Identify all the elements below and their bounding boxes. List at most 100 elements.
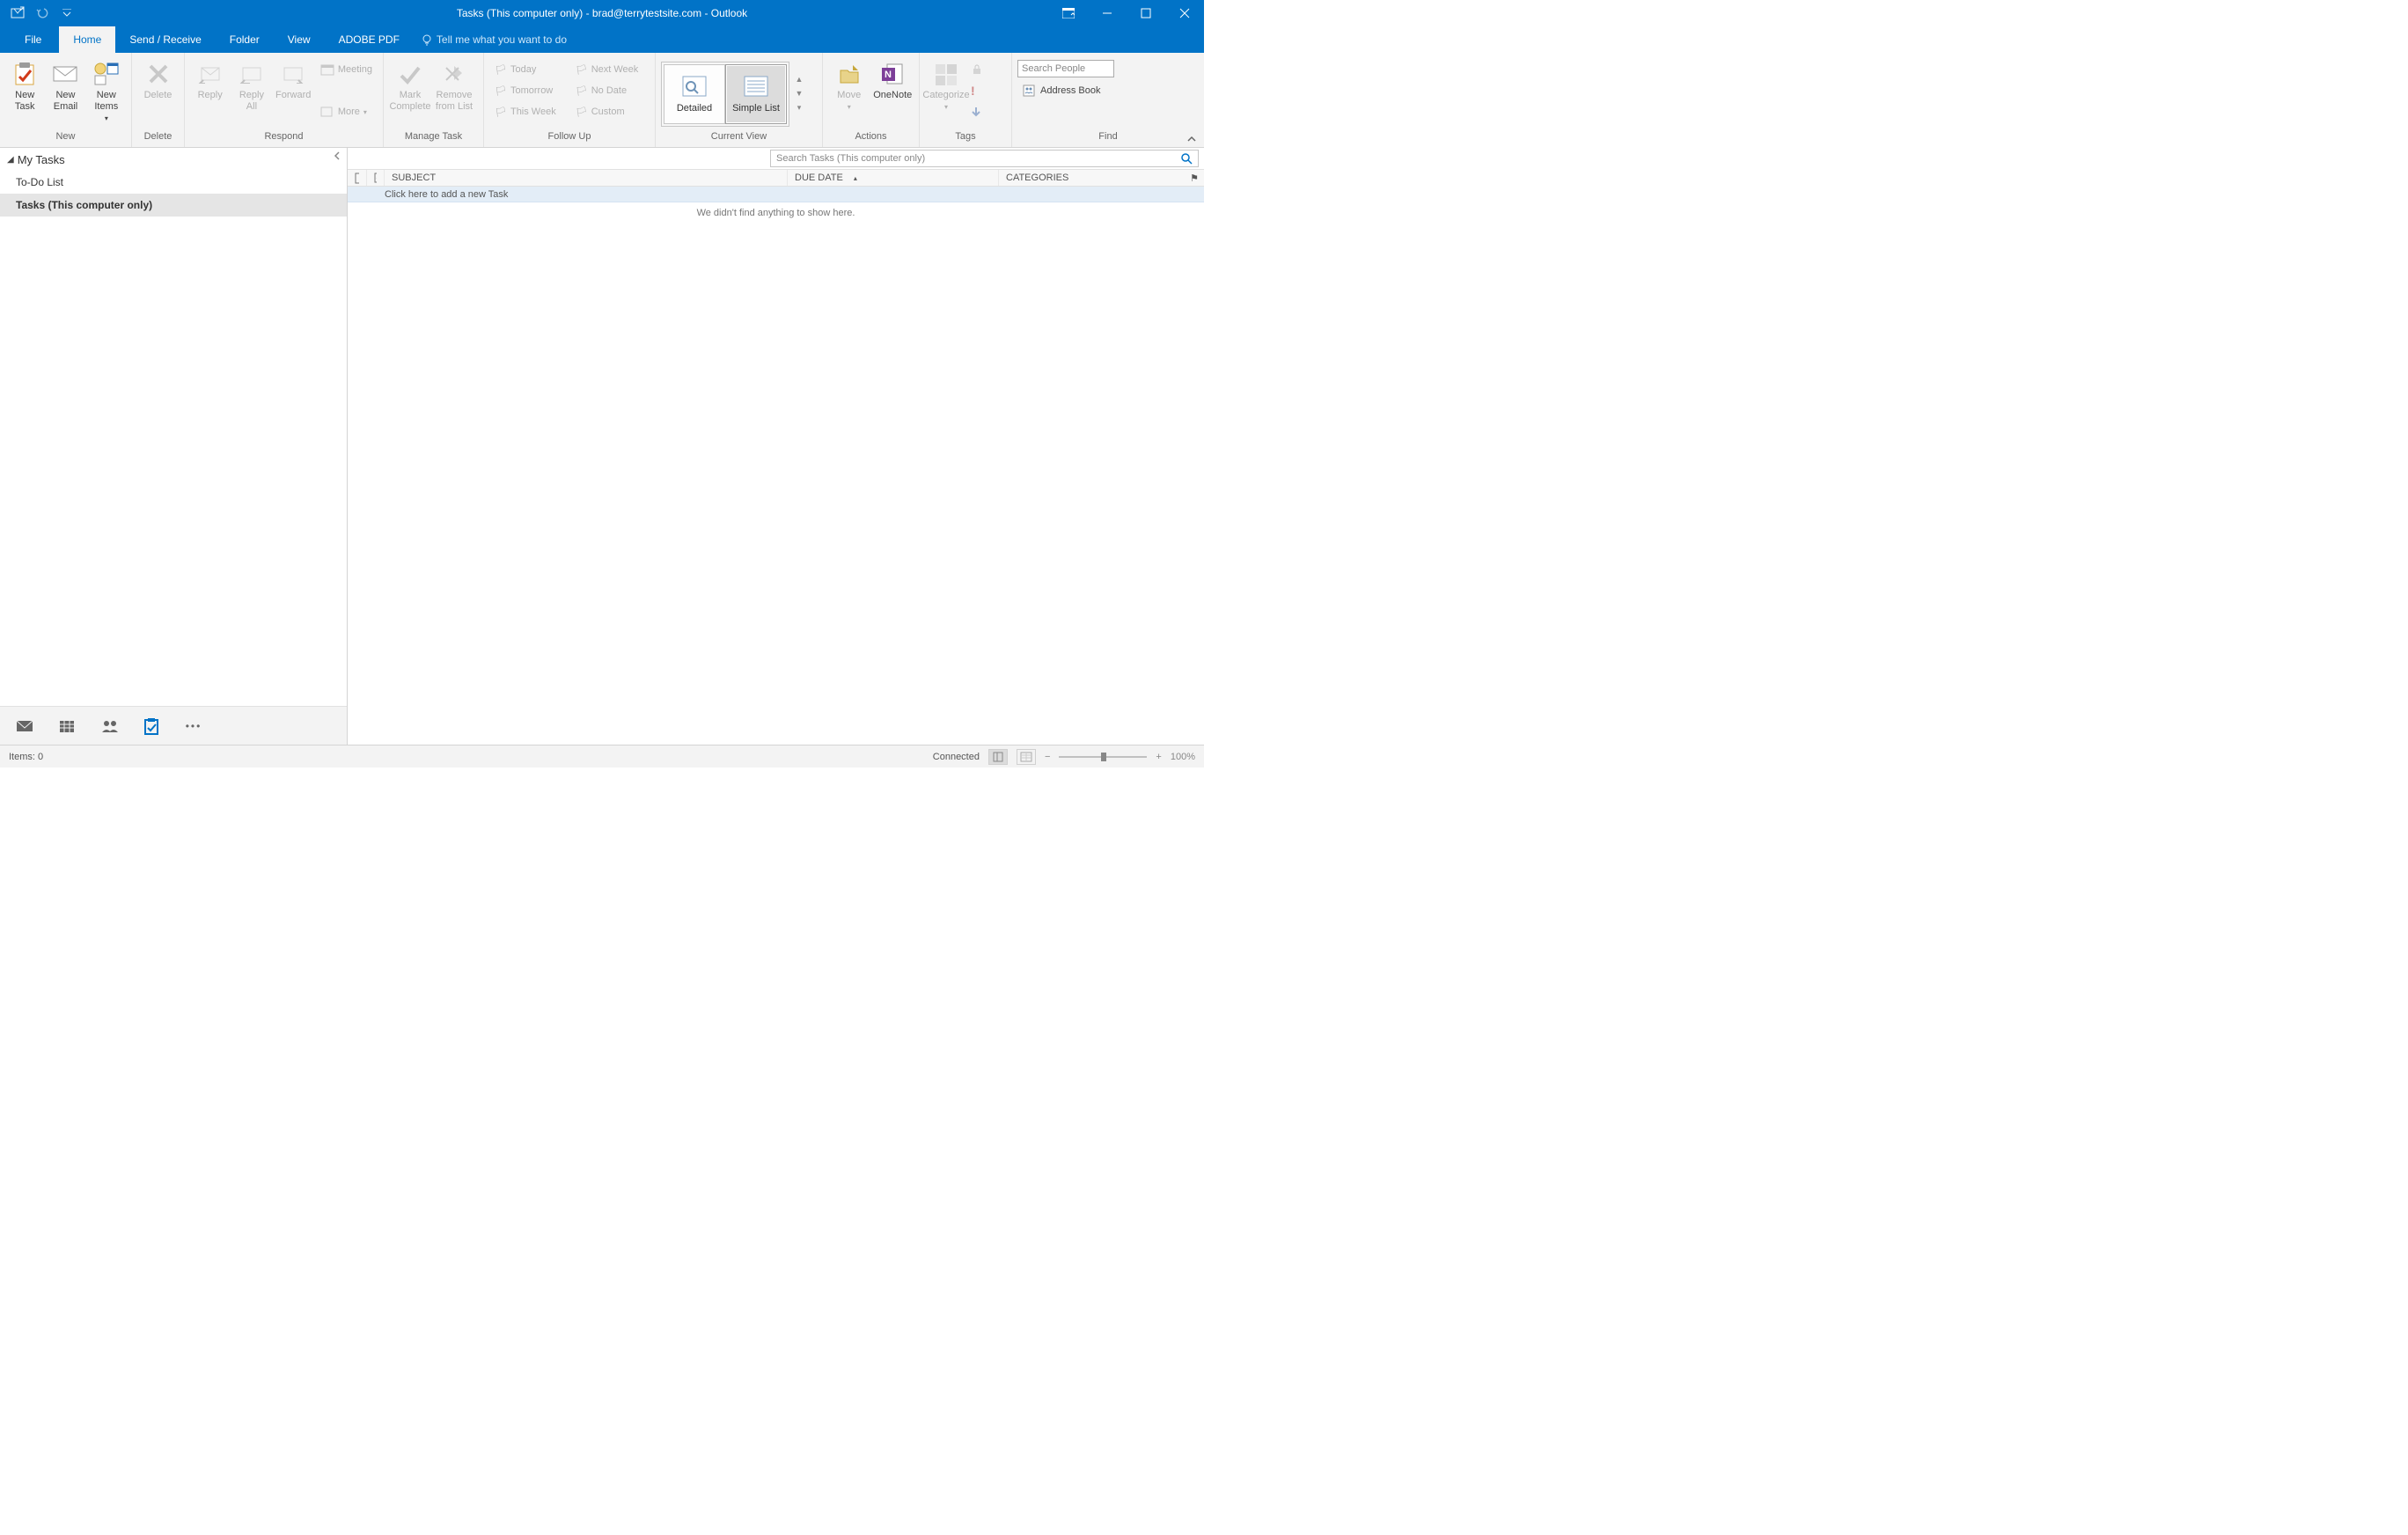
qat-customize-icon[interactable]: [60, 6, 74, 20]
new-task-button[interactable]: New Task: [5, 56, 44, 113]
tab-home[interactable]: Home: [59, 26, 115, 53]
title-bar: Tasks (This computer only) - brad@terryt…: [0, 0, 1204, 26]
col-icon[interactable]: [348, 170, 367, 186]
nav-people-icon[interactable]: [100, 717, 118, 735]
tell-me-placeholder: Tell me what you want to do: [437, 33, 567, 46]
tab-folder[interactable]: Folder: [216, 26, 274, 53]
tab-adobe-pdf[interactable]: ADOBE PDF: [325, 26, 414, 53]
minimize-button[interactable]: [1088, 0, 1127, 26]
nav-item-tasks[interactable]: Tasks (This computer only): [0, 194, 347, 217]
empty-list-message: We didn't find anything to show here.: [348, 202, 1204, 218]
view-detailed[interactable]: Detailed: [664, 64, 725, 124]
status-items: Items: 0: [9, 752, 43, 762]
zoom-out-button[interactable]: −: [1045, 752, 1050, 762]
view-gallery-more[interactable]: ▾: [797, 103, 802, 113]
close-button[interactable]: [1165, 0, 1204, 26]
flag-this-week: 🏳This Week: [489, 102, 562, 121]
meeting-icon: [320, 63, 334, 76]
page-icon: [355, 173, 359, 184]
low-importance-button: [971, 102, 983, 121]
view-gallery-up[interactable]: ▲: [796, 75, 804, 84]
zoom-slider[interactable]: [1059, 756, 1147, 758]
move-button: Move▾: [828, 56, 870, 112]
more-respond-button: More ▾: [315, 102, 378, 121]
tab-file[interactable]: File: [7, 26, 59, 53]
tab-send-receive[interactable]: Send / Receive: [115, 26, 215, 53]
forward-button: Forward: [274, 56, 313, 101]
onenote-button[interactable]: N OneNote: [872, 56, 914, 101]
address-book-icon: [1023, 84, 1037, 97]
email-icon: [51, 60, 79, 88]
zoom-level[interactable]: 100%: [1171, 752, 1195, 762]
mark-complete-button: Mark Complete: [389, 56, 431, 113]
tab-view[interactable]: View: [274, 26, 325, 53]
nav-heading-my-tasks[interactable]: ◢ My Tasks: [0, 148, 347, 171]
status-bar: Items: 0 Connected − + 100%: [0, 745, 1204, 768]
ribbon: New Task New Email New Items▾ New Delete…: [0, 53, 1204, 148]
navigation-pane: ◢ My Tasks To-Do List Tasks (This comput…: [0, 148, 348, 745]
status-connected: Connected: [933, 752, 980, 762]
col-categories[interactable]: CATEGORIES⚑: [999, 170, 1204, 186]
lock-icon: [971, 63, 983, 76]
reply-all-button: Reply All: [231, 56, 271, 113]
simple-list-icon: [743, 75, 769, 98]
down-arrow-icon: [971, 106, 981, 118]
nav-mail-icon[interactable]: [16, 717, 33, 735]
maximize-button[interactable]: [1127, 0, 1165, 26]
outlook-launch-icon[interactable]: [11, 6, 25, 20]
search-people-input[interactable]: Search People: [1017, 60, 1114, 77]
undo-icon[interactable]: [35, 6, 49, 20]
ribbon-display-icon[interactable]: [1049, 0, 1088, 26]
collapse-ribbon-icon[interactable]: [1186, 135, 1197, 143]
new-task-inline-input[interactable]: Click here to add a new Task: [348, 187, 1204, 202]
flag-icon: 🏳: [576, 64, 588, 76]
more-icon: [320, 106, 334, 118]
checkbox-icon: [374, 173, 377, 183]
sort-asc-icon: ▴: [854, 174, 857, 182]
zoom-in-button[interactable]: +: [1156, 752, 1161, 762]
delete-button: Delete: [137, 56, 179, 101]
detailed-view-icon: [681, 75, 708, 98]
onenote-icon: N: [878, 60, 907, 88]
remove-from-list-button: Remove from List: [433, 56, 475, 113]
private-button: [971, 60, 983, 79]
nav-tasks-icon[interactable]: [143, 717, 160, 735]
chevron-down-icon: ◢: [7, 155, 14, 165]
nav-calendar-icon[interactable]: [58, 717, 76, 735]
group-label-find: Find: [1012, 131, 1204, 147]
search-icon[interactable]: [1180, 152, 1193, 165]
collapse-nav-icon[interactable]: [333, 151, 341, 160]
flag-col-icon: ⚑: [1190, 173, 1199, 184]
view-simple-list[interactable]: Simple List: [725, 64, 787, 124]
flag-no-date: 🏳No Date: [570, 81, 644, 100]
view-gallery-down[interactable]: ▼: [796, 89, 804, 98]
search-tasks-input[interactable]: Search Tasks (This computer only): [770, 150, 1199, 167]
address-book-button[interactable]: Address Book: [1017, 81, 1114, 100]
view-normal-icon[interactable]: [988, 749, 1008, 765]
task-icon: [11, 60, 39, 88]
flag-custom: 🏳Custom: [570, 102, 644, 121]
new-items-icon: [92, 60, 121, 88]
task-list-area: Search Tasks (This computer only) SUBJEC…: [348, 148, 1204, 745]
col-complete[interactable]: [367, 170, 385, 186]
reply-all-icon: [238, 60, 266, 88]
col-due-date[interactable]: DUE DATE▴: [788, 170, 999, 186]
meeting-button: Meeting: [315, 60, 378, 79]
group-label-actions: Actions: [823, 131, 919, 147]
nav-item-todo-list[interactable]: To-Do List: [0, 171, 347, 194]
flag-next-week: 🏳Next Week: [570, 60, 644, 79]
categorize-button: Categorize▾: [925, 56, 967, 112]
move-icon: [835, 60, 863, 88]
tell-me-search[interactable]: Tell me what you want to do: [421, 26, 567, 53]
col-subject[interactable]: SUBJECT: [385, 170, 788, 186]
nav-switcher: •••: [0, 706, 347, 745]
delete-icon: [144, 60, 173, 88]
new-items-button[interactable]: New Items▾: [87, 56, 126, 123]
flag-tomorrow: 🏳Tomorrow: [489, 81, 562, 100]
view-reading-icon[interactable]: [1017, 749, 1036, 765]
new-email-button[interactable]: New Email: [46, 56, 84, 113]
nav-more-icon[interactable]: •••: [185, 717, 202, 735]
flag-icon: 🏳: [576, 85, 588, 97]
window-title: Tasks (This computer only) - brad@terryt…: [0, 7, 1204, 19]
flag-icon: 🏳: [495, 85, 507, 97]
